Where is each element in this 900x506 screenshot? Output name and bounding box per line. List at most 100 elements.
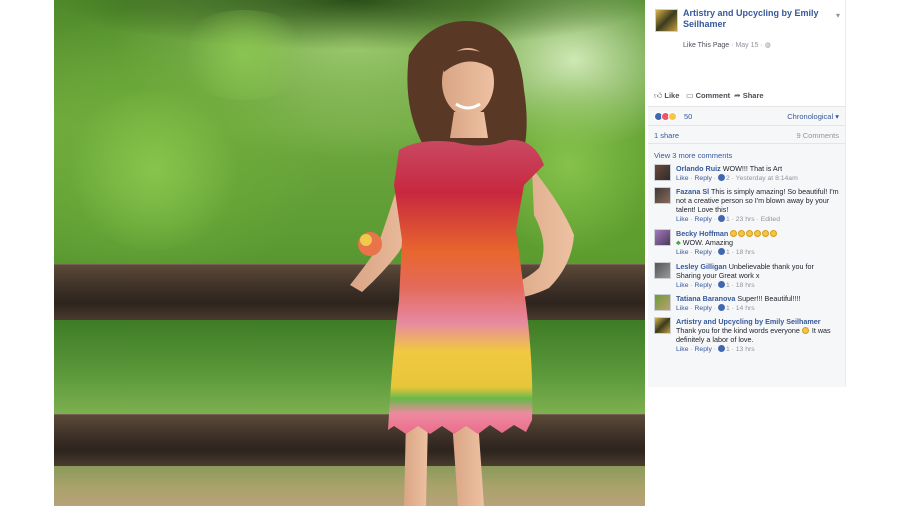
sort-label: Chronological [787,112,834,121]
comment-author[interactable]: Tatiana Baranova [676,294,735,303]
comment-body: Orlando Ruiz WOW!!! That is Art Like · R… [676,164,840,183]
wow-reaction-icon [668,112,677,121]
wow-emoji-icon [738,230,746,237]
comments-count[interactable]: 9 Comments [796,131,839,140]
comment-like-count[interactable]: 1 [726,216,730,223]
like-badge-icon [717,174,725,181]
comment-time[interactable]: 18 hrs [736,249,755,256]
comment-author[interactable]: Fazana Sl [676,187,709,196]
chevron-down-icon[interactable]: ▾ [836,11,840,20]
comment-button[interactable]: ▭ Comment [686,91,730,100]
comment-meta: Like · Reply · 1 · 23 hrs · Edited [676,215,780,223]
wow-emoji-icon [730,230,738,237]
comment-reply-link[interactable]: Reply [695,216,712,223]
page-avatar[interactable] [655,9,678,32]
chevron-down-icon: ▾ [835,112,839,121]
globe-icon: ◍ [764,42,771,49]
avatar[interactable] [654,187,671,204]
avatar[interactable] [654,294,671,311]
emoji-row [730,229,778,238]
wow-emoji-icon [770,230,778,237]
comment-body: Lesley Gilligan Unbelievable thank you f… [676,262,840,290]
comment-body: Artistry and Upcycling by Emily Seilhame… [676,317,840,354]
comment-text: WOW!!! That is Art [722,164,783,173]
like-button[interactable]: 👍︎ Like [654,91,679,101]
share-label: Share [742,91,764,100]
comment-label: Comment [695,91,731,100]
comment-time[interactable]: 13 hrs [736,346,755,353]
reactions-row: 50 Chronological ▾ [648,106,845,126]
action-bar: 👍︎ Like ▭ Comment ➦ Share [654,91,844,103]
comment-meta: Like · Reply · 1 · 18 hrs [676,281,755,289]
reaction-icons[interactable] [654,112,677,122]
comment-like-link[interactable]: Like [676,249,688,256]
share-arrow-icon: ➦ [734,91,741,100]
comments-area: View 3 more comments Orlando Ruiz WOW!!!… [648,144,845,387]
wow-emoji-icon [754,230,762,237]
page-name-link[interactable]: Artistry and Upcycling by Emily Seilhame… [683,8,833,30]
comment-reply-link[interactable]: Reply [695,346,712,353]
comment-icon: ▭ [686,91,694,100]
like-badge-icon [717,281,725,288]
comment-meta: Like · Reply · 1 · 18 hrs [676,248,755,256]
comment-time[interactable]: 18 hrs [736,282,755,289]
comment-text-line: ♣ WOW. Amazing [676,238,840,247]
avatar[interactable] [654,262,671,279]
view-more-comments-link[interactable]: View 3 more comments [654,151,732,160]
comment-author[interactable]: Becky Hoffman [676,229,728,238]
comment-time[interactable]: 23 hrs [736,216,755,223]
comment-reply-link[interactable]: Reply [695,282,712,289]
post-panel: Artistry and Upcycling by Emily Seilhame… [648,0,846,387]
like-badge-icon [717,215,725,222]
avatar[interactable] [654,229,671,246]
like-badge-icon [717,304,725,311]
comment-like-link[interactable]: Like [676,346,688,353]
comment-meta: Like · Reply · 1 · 13 hrs [676,345,755,353]
post-header: Artistry and Upcycling by Emily Seilhame… [655,7,845,49]
comment-time[interactable]: 14 hrs [736,305,755,312]
share-button[interactable]: ➦ Share [734,91,764,100]
comment-author[interactable]: Orlando Ruiz [676,164,721,173]
avatar[interactable] [654,164,671,181]
comment-body: Fazana Sl This is simply amazing! So bea… [676,187,840,224]
comment-body: Becky Hoffman ♣ WOW. Amazing Like · Repl… [676,229,840,257]
comment-text: Thank you for the kind words everyone [676,326,800,335]
comment-like-link[interactable]: Like [676,216,688,223]
comment-author[interactable]: Lesley Gilligan [676,262,727,271]
shares-row: 1 share 9 Comments [648,126,845,144]
panel-blank-area [648,387,846,506]
thumbs-up-icon: 👍︎ [654,91,663,100]
edited-label[interactable]: Edited [761,216,780,223]
comment-like-count[interactable]: 1 [726,305,730,312]
comment-reply-link[interactable]: Reply [695,305,712,312]
comment-like-link[interactable]: Like [676,175,688,182]
comment-text: WOW. Amazing [682,238,734,247]
woman-in-dress [350,20,574,506]
comment-reply-link[interactable]: Reply [695,249,712,256]
comment-like-link[interactable]: Like [676,282,688,289]
comment-meta: Like · Reply · 1 · 14 hrs [676,304,755,312]
comment-reply-link[interactable]: Reply [695,175,712,182]
comment-meta: Like · Reply · 2 · Yesterday at 8:14am [676,174,798,182]
comment-author[interactable]: Artistry and Upcycling by Emily Seilhame… [676,317,821,326]
like-badge-icon [717,248,725,255]
comment-sort-dropdown[interactable]: Chronological ▾ [787,112,839,121]
post-meta: Like This Page · May 15 · ◍ [683,41,771,49]
like-page-link[interactable]: Like This Page [683,42,729,49]
comment-text: Super!!! Beautiful!!!! [737,294,801,303]
meta-separator: · [760,42,763,49]
post-date[interactable]: May 15 [735,42,758,49]
comment-body: Tatiana Baranova Super!!! Beautiful!!!! … [676,294,840,313]
comment-like-count[interactable]: 2 [726,175,730,182]
comment-like-count[interactable]: 1 [726,282,730,289]
comment-time[interactable]: Yesterday at 8:14am [736,175,798,182]
post-photo[interactable] [54,0,645,506]
wow-emoji-icon [762,230,770,237]
reaction-count[interactable]: 50 [684,112,692,121]
like-badge-icon [717,345,725,352]
shares-link[interactable]: 1 share [654,131,679,140]
comment-like-count[interactable]: 1 [726,346,730,353]
comment-like-link[interactable]: Like [676,305,688,312]
avatar[interactable] [654,317,671,334]
comment-like-count[interactable]: 1 [726,249,730,256]
